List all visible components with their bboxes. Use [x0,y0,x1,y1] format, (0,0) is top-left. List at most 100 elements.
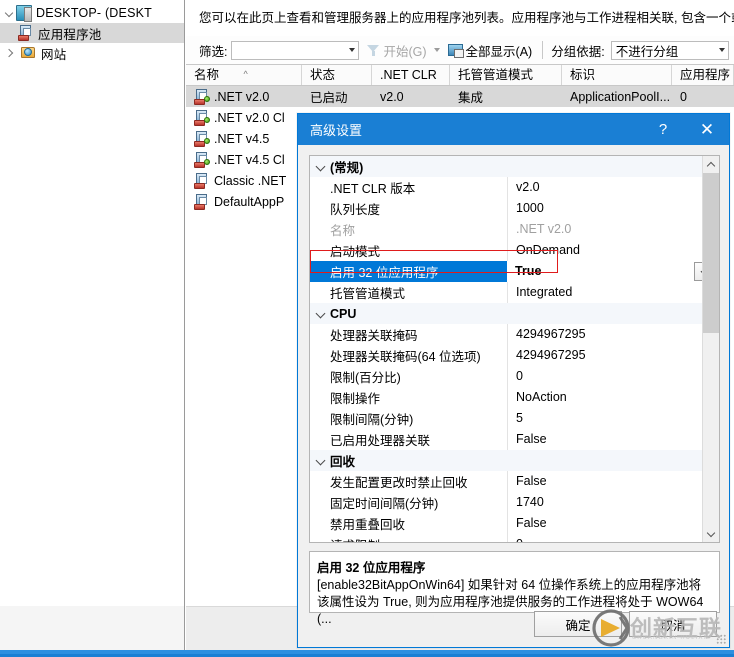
chevron-down-icon[interactable] [349,48,355,52]
property-help-box: 启用 32 位应用程序 [enable32BitAppOnWin64] 如果针对… [309,551,720,613]
property-group-cpu[interactable]: CPU [310,303,719,324]
chevron-down-icon [316,309,325,318]
property-value[interactable]: 1000 [507,198,719,219]
property-row-pipeline-mode[interactable]: 托管管道模式 Integrated [310,282,719,303]
expander-toggle[interactable] [310,456,330,465]
column-header-status[interactable]: 状态 [302,65,372,85]
chevron-right-icon[interactable] [4,48,15,59]
property-name: 处理器关联掩码(64 位选项) [330,346,507,365]
cell-applications: 0 [672,90,734,104]
help-icon[interactable]: ? [641,114,685,145]
property-value[interactable]: 0 [507,534,719,543]
property-row-limit-interval[interactable]: 限制间隔(分钟) 5 [310,408,719,429]
property-name: 启动模式 [330,241,507,260]
scroll-up-icon[interactable] [703,156,720,173]
property-name: 托管管道模式 [330,283,507,302]
property-row-affinity-enabled[interactable]: 已启用处理器关联 False [310,429,719,450]
column-header-label: .NET CLR [380,68,437,82]
property-row-queue-length[interactable]: 队列长度 1000 [310,198,719,219]
property-group-general[interactable]: (常规) [310,156,719,177]
resize-grip[interactable] [716,634,726,644]
column-header-label: 标识 [570,68,595,82]
scrollbar-thumb[interactable] [703,173,720,333]
tree-node-sites[interactable]: 网站 [0,43,184,63]
property-name: 固定时间间隔(分钟) [330,493,507,512]
column-header-pipeline[interactable]: 托管管道模式 [450,65,562,85]
property-row-clr-version[interactable]: .NET CLR 版本 v2.0 [310,177,719,198]
app-pool-icon [194,173,210,189]
app-pool-icon [18,25,34,41]
column-header-name[interactable]: ^ 名称 [186,65,302,85]
close-icon[interactable]: ✕ [685,114,729,145]
column-header-clr[interactable]: .NET CLR [372,65,450,85]
property-value[interactable]: OnDemand [507,240,719,261]
tree-node-server[interactable]: DESKTOP- (DESKT [0,3,184,23]
chevron-down-icon[interactable] [719,48,725,52]
sort-ascending-icon: ^ [244,65,248,85]
property-value[interactable]: 4294967295 [507,324,719,345]
property-row-regular-time-interval[interactable]: 固定时间间隔(分钟) 1740 [310,492,719,513]
property-row-disable-overlapped-recycle[interactable]: 禁用重叠回收 False [310,513,719,534]
column-header-label: 名称 [194,68,219,82]
start-filter-button[interactable]: 开始(G) [367,41,439,60]
property-value[interactable]: 4294967295 [507,345,719,366]
filter-input[interactable] [231,41,359,60]
cancel-button[interactable]: 取消 [629,611,717,637]
tree-node-label: 网站 [41,44,66,63]
group-label: (常规) [330,157,507,176]
property-row-affinity-mask-64[interactable]: 处理器关联掩码(64 位选项) 4294967295 [310,345,719,366]
dialog-title: 高级设置 [310,120,641,139]
scroll-down-icon[interactable] [703,525,720,542]
filter-toolbar: 筛选: 开始(G) 全部显示(A) 分组依据: 不进行分组 [186,36,734,64]
property-value[interactable]: v2.0 [507,177,719,198]
tree-node-label: DESKTOP- (DESKT [36,6,152,20]
property-value-editor[interactable]: True [507,261,719,282]
property-row-name[interactable]: 名称 .NET v2.0 [310,219,719,240]
dialog-body: (常规) .NET CLR 版本 v2.0 队列长度 1000 名称 .NET … [298,145,729,613]
expander-toggle[interactable] [310,162,330,171]
help-title: 启用 32 位应用程序 [317,557,712,576]
property-value[interactable]: False [507,429,719,450]
property-value: .NET v2.0 [507,219,719,240]
property-row-limit-percent[interactable]: 限制(百分比) 0 [310,366,719,387]
table-row[interactable]: .NET v2.0 已启动 v2.0 集成 ApplicationPoolI..… [186,86,734,107]
cell-name: DefaultAppP [214,195,284,209]
tree-node-app-pools[interactable]: 应用程序池 [0,23,184,43]
property-value[interactable]: False [507,513,719,534]
cell-status: 已启动 [302,87,372,106]
property-name: 限制间隔(分钟) [330,409,507,428]
property-row-enable-32bit[interactable]: 启用 32 位应用程序 True [310,261,719,282]
dialog-title-bar[interactable]: 高级设置 ? ✕ [298,114,729,145]
show-all-button[interactable]: 全部显示(A) [448,41,533,60]
group-by-value: 不进行分组 [612,41,719,60]
chevron-down-icon[interactable] [434,48,440,52]
group-by-select[interactable]: 不进行分组 [611,41,729,60]
property-row-request-limit[interactable]: 请求限制 0 [310,534,719,543]
chevron-down-icon[interactable] [4,8,15,19]
property-name: 队列长度 [330,199,507,218]
cell-name: .NET v4.5 Cl [214,153,285,167]
property-name: 启用 32 位应用程序 [330,262,507,281]
property-name: 限制操作 [330,388,507,407]
property-row-affinity-mask[interactable]: 处理器关联掩码 4294967295 [310,324,719,345]
property-row-disallow-rotation-on-config-change[interactable]: 发生配置更改时禁止回收 False [310,471,719,492]
property-row-start-mode[interactable]: 启动模式 OnDemand [310,240,719,261]
cell-identity: ApplicationPoolI... [562,90,672,104]
app-pool-icon [194,131,210,147]
cell-pipeline: 集成 [450,87,562,106]
column-header-identity[interactable]: 标识 [562,65,672,85]
ok-button[interactable]: 确定 [534,611,622,637]
property-value[interactable]: Integrated [507,282,719,303]
properties-scrollbar[interactable] [702,156,719,542]
property-value[interactable]: 5 [507,408,719,429]
property-value[interactable]: 0 [507,366,719,387]
property-value[interactable]: NoAction [507,387,719,408]
property-row-limit-action[interactable]: 限制操作 NoAction [310,387,719,408]
property-group-recycling[interactable]: 回收 [310,450,719,471]
app-pool-icon [194,194,210,210]
property-value[interactable]: 1740 [507,492,719,513]
expander-toggle[interactable] [310,309,330,318]
property-value[interactable]: False [507,471,719,492]
column-header-label: 托管管道模式 [458,68,533,82]
column-header-applications[interactable]: 应用程序 [672,65,734,85]
